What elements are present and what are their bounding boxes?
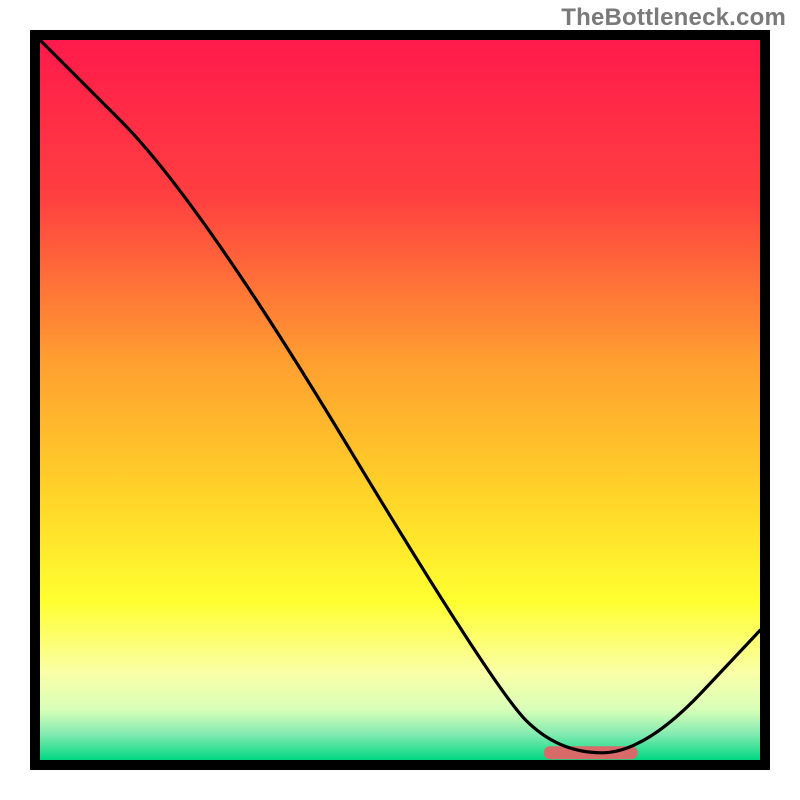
watermark-text: TheBottleneck.com — [561, 4, 786, 32]
chart-frame — [30, 30, 770, 770]
bottleneck-chart — [30, 30, 770, 770]
chart-background — [40, 40, 760, 760]
